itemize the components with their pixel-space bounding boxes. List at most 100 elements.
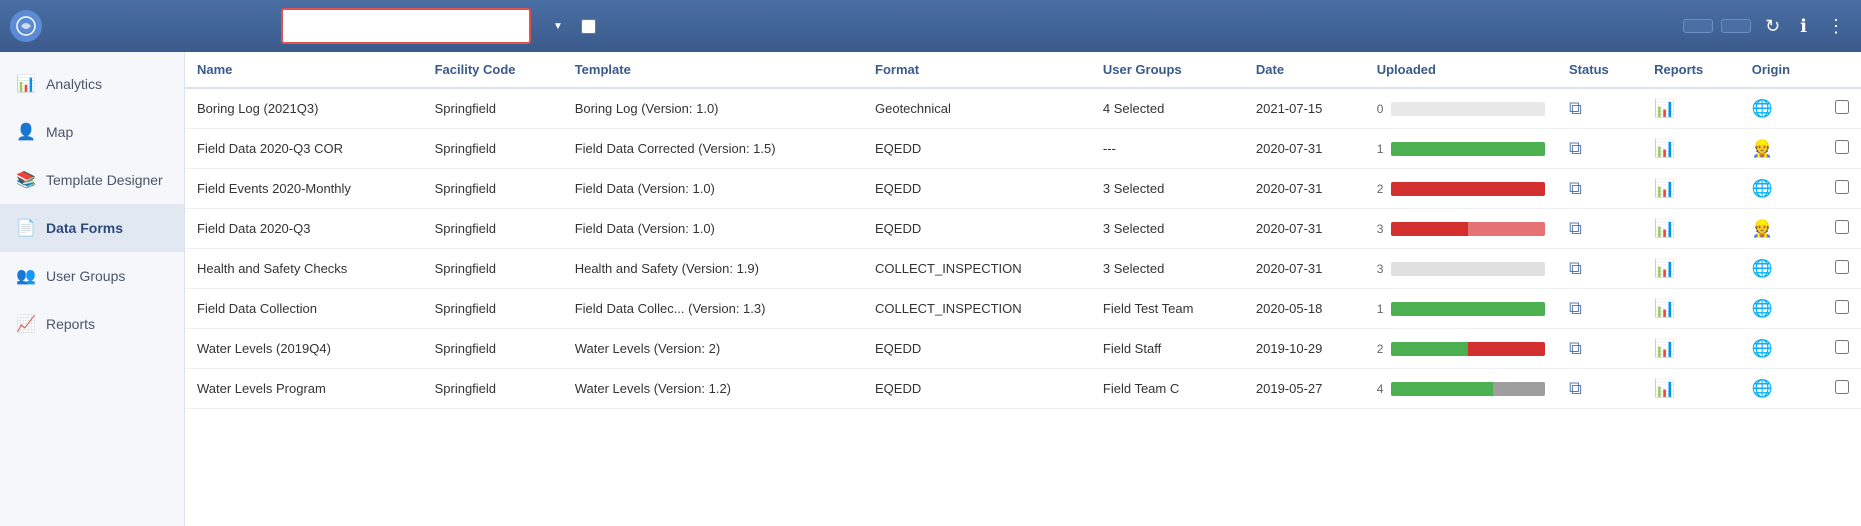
copy-icon[interactable]: ⧉ [1569, 378, 1582, 398]
row-6-status[interactable]: ⧉ [1557, 329, 1642, 369]
globe-icon[interactable]: 🌐 [1752, 299, 1773, 318]
analytics-icon: 📊 [16, 74, 36, 94]
row-4-reports[interactable]: 📊 [1642, 249, 1740, 289]
row-7-reports[interactable]: 📊 [1642, 369, 1740, 409]
table-row: Field Events 2020-MonthlySpringfieldFiel… [185, 169, 1861, 209]
row-select-checkbox[interactable] [1835, 220, 1849, 234]
sidebar-item-template-designer[interactable]: 📚 Template Designer [0, 156, 184, 204]
col-header-status[interactable]: Status [1557, 52, 1642, 88]
row-6-origin[interactable]: 🌐 [1740, 329, 1823, 369]
globe-icon[interactable]: 🌐 [1752, 339, 1773, 358]
globe-icon[interactable]: 🌐 [1752, 259, 1773, 278]
row-3-facility: Springfield [423, 209, 563, 249]
col-header-date[interactable]: Date [1244, 52, 1365, 88]
col-header-name[interactable]: Name [185, 52, 423, 88]
row-select-checkbox[interactable] [1835, 100, 1849, 114]
info-button[interactable]: ℹ [1794, 12, 1813, 41]
row-1-status[interactable]: ⧉ [1557, 129, 1642, 169]
row-select-checkbox[interactable] [1835, 140, 1849, 154]
col-header-user_groups[interactable]: User Groups [1091, 52, 1244, 88]
sidebar-item-analytics[interactable]: 📊 Analytics [0, 60, 184, 108]
reports-icon[interactable]: 📊 [1654, 259, 1675, 278]
person-icon[interactable]: 👷 [1752, 139, 1773, 158]
copy-icon[interactable]: ⧉ [1569, 338, 1582, 358]
table-row: Water Levels ProgramSpringfieldWater Lev… [185, 369, 1861, 409]
row-7-origin[interactable]: 🌐 [1740, 369, 1823, 409]
reports-icon[interactable]: 📊 [1654, 99, 1675, 118]
sidebar-item-map[interactable]: 👤 Map [0, 108, 184, 156]
row-4-checkbox-cell[interactable] [1823, 249, 1861, 289]
row-6-reports[interactable]: 📊 [1642, 329, 1740, 369]
user-groups-icon: 👥 [16, 266, 36, 286]
row-4-origin[interactable]: 🌐 [1740, 249, 1823, 289]
more-options-button[interactable]: ⋮ [1821, 12, 1851, 41]
sidebar-item-user-groups[interactable]: 👥 User Groups [0, 252, 184, 300]
copy-icon[interactable]: ⧉ [1569, 98, 1582, 118]
reports-icon[interactable]: 📊 [1654, 379, 1675, 398]
row-3-origin[interactable]: 👷 [1740, 209, 1823, 249]
show-complete-checkbox[interactable] [581, 19, 596, 34]
row-select-checkbox[interactable] [1835, 180, 1849, 194]
globe-icon[interactable]: 🌐 [1752, 99, 1773, 118]
data-correction-button[interactable] [1683, 19, 1713, 33]
row-3-uploaded: 3 [1365, 209, 1557, 249]
row-4-status[interactable]: ⧉ [1557, 249, 1642, 289]
row-0-reports[interactable]: 📊 [1642, 88, 1740, 129]
row-select-checkbox[interactable] [1835, 300, 1849, 314]
row-2-origin[interactable]: 🌐 [1740, 169, 1823, 209]
row-select-checkbox[interactable] [1835, 340, 1849, 354]
col-header-template[interactable]: Template [563, 52, 863, 88]
row-1-origin[interactable]: 👷 [1740, 129, 1823, 169]
row-3-status[interactable]: ⧉ [1557, 209, 1642, 249]
row-5-origin[interactable]: 🌐 [1740, 289, 1823, 329]
row-6-checkbox-cell[interactable] [1823, 329, 1861, 369]
row-select-checkbox[interactable] [1835, 380, 1849, 394]
copy-icon[interactable]: ⧉ [1569, 218, 1582, 238]
col-header-uploaded[interactable]: Uploaded [1365, 52, 1557, 88]
search-input[interactable] [291, 18, 521, 34]
col-header-origin[interactable]: Origin [1740, 52, 1823, 88]
row-5-checkbox-cell[interactable] [1823, 289, 1861, 329]
row-select-checkbox[interactable] [1835, 260, 1849, 274]
globe-icon[interactable]: 🌐 [1752, 179, 1773, 198]
row-2-reports[interactable]: 📊 [1642, 169, 1740, 209]
refresh-button[interactable]: ↻ [1759, 12, 1786, 41]
row-7-checkbox-cell[interactable] [1823, 369, 1861, 409]
row-0-status[interactable]: ⧉ [1557, 88, 1642, 129]
row-0-checkbox-cell[interactable] [1823, 88, 1861, 129]
row-1-checkbox-cell[interactable] [1823, 129, 1861, 169]
reports-icon[interactable]: 📊 [1654, 339, 1675, 358]
group-by-button[interactable]: ▼ [549, 21, 563, 32]
row-7-status[interactable]: ⧉ [1557, 369, 1642, 409]
person-icon[interactable]: 👷 [1752, 219, 1773, 238]
row-5-status[interactable]: ⧉ [1557, 289, 1642, 329]
new-button[interactable] [1721, 19, 1751, 33]
row-3-checkbox-cell[interactable] [1823, 209, 1861, 249]
row-4-date: 2020-07-31 [1244, 249, 1365, 289]
copy-icon[interactable]: ⧉ [1569, 298, 1582, 318]
row-5-reports[interactable]: 📊 [1642, 289, 1740, 329]
copy-icon[interactable]: ⧉ [1569, 138, 1582, 158]
row-3-reports[interactable]: 📊 [1642, 209, 1740, 249]
row-2-checkbox-cell[interactable] [1823, 169, 1861, 209]
globe-icon[interactable]: 🌐 [1752, 379, 1773, 398]
show-complete-toggle[interactable] [581, 19, 602, 34]
row-0-origin[interactable]: 🌐 [1740, 88, 1823, 129]
row-2-status[interactable]: ⧉ [1557, 169, 1642, 209]
row-1-reports[interactable]: 📊 [1642, 129, 1740, 169]
col-header-reports[interactable]: Reports [1642, 52, 1740, 88]
reports-icon[interactable]: 📊 [1654, 179, 1675, 198]
col-header-facility_code[interactable]: Facility Code [423, 52, 563, 88]
search-box[interactable] [281, 8, 531, 44]
copy-icon[interactable]: ⧉ [1569, 178, 1582, 198]
sidebar-item-reports[interactable]: 📈 Reports [0, 300, 184, 348]
copy-icon[interactable]: ⧉ [1569, 258, 1582, 278]
row-0-template: Boring Log (Version: 1.0) [563, 88, 863, 129]
row-1-name: Field Data 2020-Q3 COR [185, 129, 423, 169]
reports-icon[interactable]: 📊 [1654, 219, 1675, 238]
reports-icon[interactable]: 📊 [1654, 139, 1675, 158]
col-header-format[interactable]: Format [863, 52, 1091, 88]
logo-area [10, 10, 185, 42]
reports-icon[interactable]: 📊 [1654, 299, 1675, 318]
sidebar-item-data-forms[interactable]: 📄 Data Forms [0, 204, 184, 252]
